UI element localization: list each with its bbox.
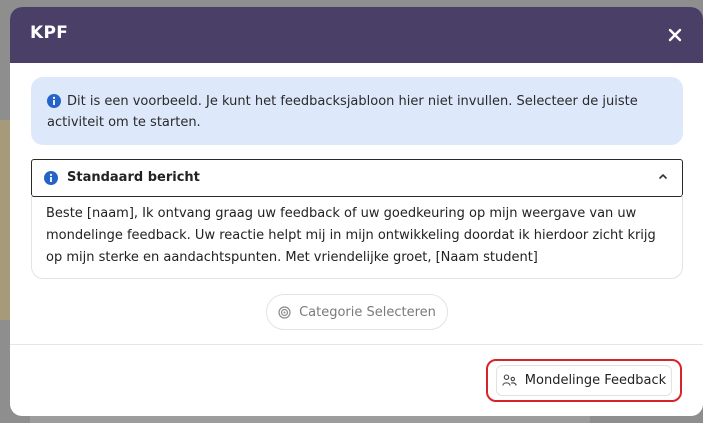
users-speech-icon: [502, 374, 517, 386]
chevron-up-icon: [659, 174, 667, 179]
target-icon: [278, 305, 291, 319]
select-category-button[interactable]: Categorie Selecteren: [266, 294, 448, 330]
modal-header: KPF: [10, 7, 703, 63]
footer-divider: [10, 344, 703, 345]
info-alert-text: Dit is een voorbeeld. Je kunt het feedba…: [47, 94, 638, 130]
oral-feedback-label: Mondelinge Feedback: [524, 373, 667, 388]
info-alert: Dit is een voorbeeld. Je kunt het feedba…: [31, 77, 683, 145]
accordion-title: Standaard bericht: [67, 170, 200, 185]
backdrop-bottom-strip: [30, 416, 590, 423]
select-category-label: Categorie Selecteren: [299, 304, 436, 320]
close-icon: [668, 28, 682, 42]
modal-dialog: KPF Dit is een voorbeeld. Je kunt het fe…: [10, 7, 703, 416]
modal-title: KPF: [30, 23, 69, 43]
info-circle-icon: [44, 171, 58, 185]
standard-message-accordion-header[interactable]: Standaard bericht: [31, 159, 683, 197]
oral-feedback-button[interactable]: Mondelinge Feedback: [486, 359, 682, 402]
backdrop-left-strip: [0, 120, 10, 320]
standard-message-accordion-body: Beste [naam], Ik ontvang graag uw feedba…: [31, 195, 683, 279]
standard-message-text: Beste [naam], Ik ontvang graag uw feedba…: [46, 206, 656, 265]
close-button[interactable]: [661, 21, 689, 49]
